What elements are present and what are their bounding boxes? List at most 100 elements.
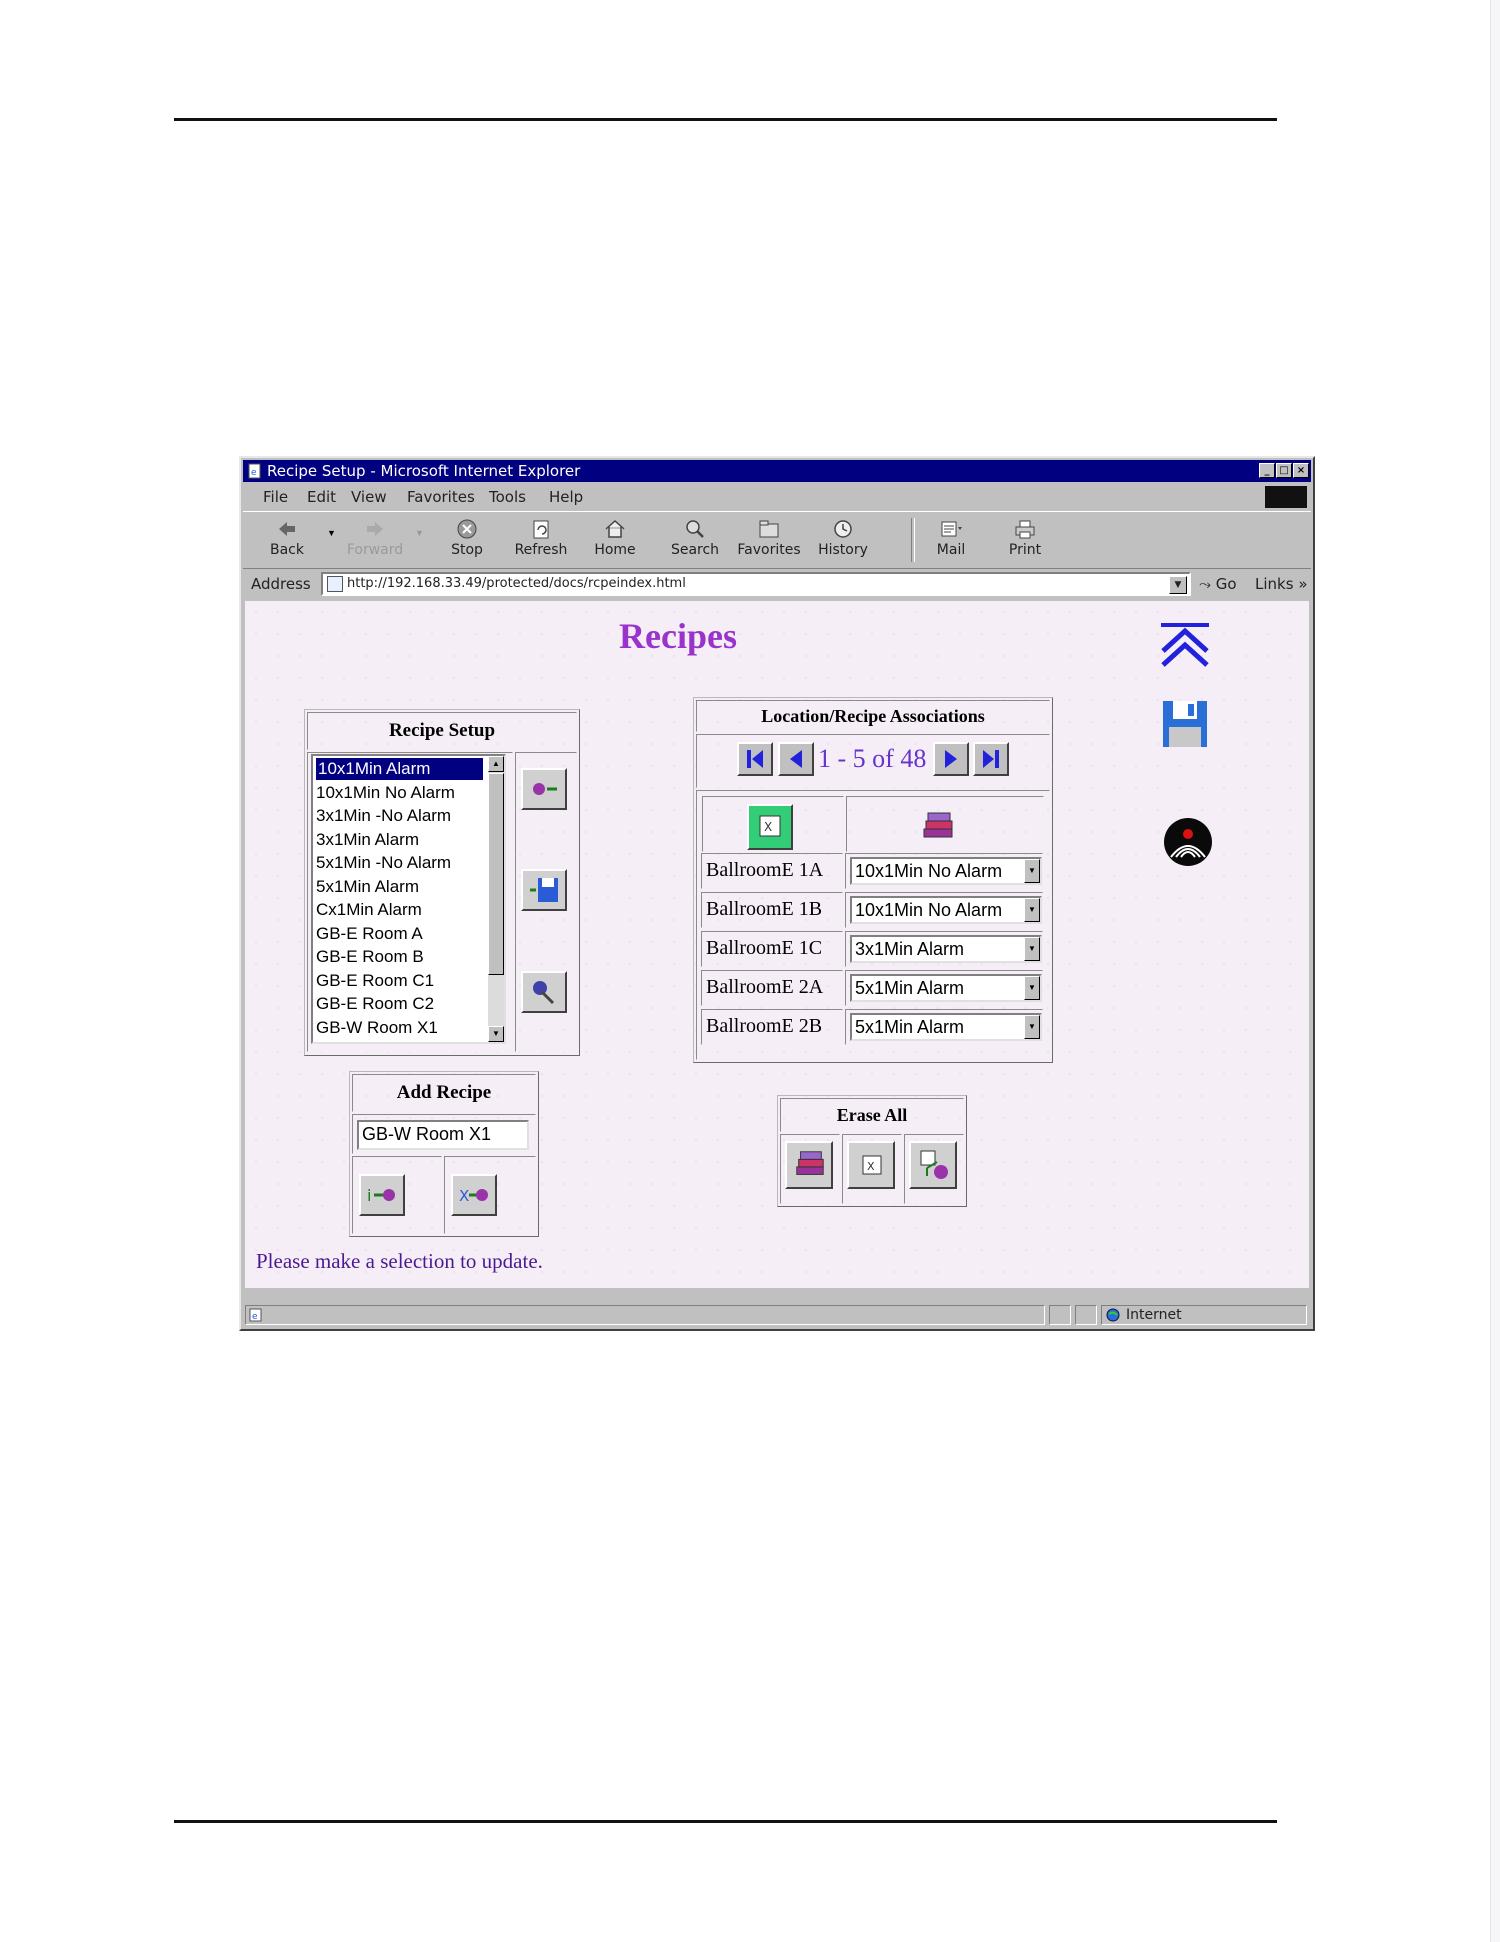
recipe-list-item[interactable]: 10x1Min No Alarm — [316, 782, 455, 804]
location-cell: BallroomE 2B — [701, 1009, 843, 1045]
chevron-down-icon[interactable]: ▼ — [1024, 859, 1040, 883]
last-page-icon — [983, 750, 999, 768]
minimize-button[interactable]: _ — [1259, 463, 1275, 478]
recipe-list-item[interactable]: 5x1Min -No Alarm — [316, 852, 451, 874]
recipe-list-item[interactable]: GB-E Room A — [316, 923, 423, 945]
stop-button[interactable]: Stop — [435, 514, 499, 566]
location-sort-button[interactable]: X — [747, 804, 793, 850]
scroll-down-icon[interactable]: ▼ — [488, 1026, 504, 1042]
chevron-down-icon[interactable]: ▼ — [1024, 937, 1040, 961]
svg-text:e: e — [251, 468, 257, 478]
menu-tools[interactable]: Tools — [489, 488, 526, 506]
forward-button[interactable]: Forward — [343, 514, 407, 566]
stop-icon — [457, 519, 477, 539]
recipe-list-item[interactable]: GB-E Room C1 — [316, 970, 434, 992]
maximize-button[interactable]: □ — [1276, 463, 1292, 478]
add-recipe-input[interactable]: GB-W Room X1 — [357, 1120, 529, 1150]
next-page-button[interactable] — [933, 742, 969, 776]
links-button[interactable]: Links » — [1255, 575, 1308, 593]
mail-icon — [941, 521, 962, 537]
location-cell: BallroomE 1B — [701, 892, 843, 928]
search-button[interactable]: Search — [663, 514, 727, 566]
add-recipe-icon: i — [367, 1186, 395, 1205]
history-icon — [834, 520, 852, 538]
go-button[interactable]: ⤳ Go — [1199, 575, 1237, 593]
recipe-select-cell: 3x1Min Alarm ▼ — [845, 931, 1043, 967]
menu-file[interactable]: File — [263, 488, 288, 506]
add-recipe-button[interactable]: i — [359, 1174, 405, 1216]
recipe-list-item[interactable]: GB-E Room C2 — [316, 993, 434, 1015]
forward-arrow-icon — [367, 522, 383, 536]
recipe-select[interactable]: 10x1Min No Alarm ▼ — [850, 857, 1042, 885]
page-title: Recipes — [619, 616, 737, 656]
delete-recipe-button[interactable] — [521, 971, 567, 1013]
recipe-list-item[interactable]: 5x1Min Alarm — [316, 876, 419, 898]
mail-button[interactable]: Mail — [919, 514, 983, 566]
chevron-down-icon[interactable]: ▼ — [1024, 898, 1040, 922]
menu-edit[interactable]: Edit — [307, 488, 336, 506]
location-cell: BallroomE 1C — [701, 931, 843, 967]
location-name: BallroomE 1B — [706, 898, 823, 920]
menu-help[interactable]: Help — [549, 488, 583, 506]
favorites-button[interactable]: Favorites — [737, 514, 801, 566]
ie-status-icon: e — [249, 1308, 262, 1322]
location-name: BallroomE 2A — [706, 976, 824, 998]
edit-recipe-button[interactable] — [521, 768, 567, 810]
chevron-down-icon[interactable]: ▼ — [1024, 976, 1040, 1000]
erase-recipes-icon — [796, 1151, 824, 1175]
recipe-select[interactable]: 5x1Min Alarm ▼ — [850, 1013, 1042, 1041]
erase-associations-icon — [920, 1150, 948, 1179]
back-dropdown-icon[interactable]: ▼ — [327, 528, 336, 538]
rename-recipe-button[interactable]: X — [451, 1174, 497, 1216]
recipe-sort-button — [914, 804, 960, 850]
refresh-button[interactable]: Refresh — [509, 514, 573, 566]
home-button[interactable]: Home — [583, 514, 647, 566]
erase-associations-button[interactable] — [909, 1141, 957, 1189]
recipe-select[interactable]: 10x1Min No Alarm ▼ — [850, 896, 1042, 924]
status-pane-3 — [1075, 1305, 1097, 1325]
recipe-list-item[interactable]: 10x1Min Alarm — [316, 758, 483, 780]
recipe-list-item[interactable]: GB-W Room X1 — [316, 1017, 438, 1039]
close-button[interactable]: × — [1293, 463, 1309, 478]
recipe-listbox[interactable]: 10x1Min Alarm 10x1Min No Alarm 3x1Min -No … — [311, 754, 506, 1044]
location-name: BallroomE 1A — [706, 859, 824, 881]
prev-page-icon — [790, 750, 802, 768]
history-button[interactable]: History — [811, 514, 875, 566]
top-chevron-icon[interactable] — [1159, 621, 1211, 667]
menu-view[interactable]: View — [351, 488, 387, 506]
recipe-list-item[interactable]: 3x1Min Alarm — [316, 829, 419, 851]
location-name: BallroomE 2B — [706, 1015, 823, 1037]
back-button[interactable]: Back — [255, 514, 319, 566]
eraser-recipe-icon — [533, 981, 555, 1005]
chevron-down-icon[interactable]: ▼ — [1024, 1015, 1040, 1039]
address-label: Address — [251, 575, 311, 593]
scroll-up-icon[interactable]: ▲ — [488, 756, 504, 772]
recipe-select-value: 5x1Min Alarm — [855, 1017, 965, 1037]
recipe-list-item[interactable]: Cx1Min Alarm — [316, 899, 422, 921]
address-input[interactable]: http://192.168.33.49/protected/docs/rcpe… — [321, 572, 1191, 596]
erase-locations-button[interactable]: X — [847, 1141, 895, 1189]
toolbar-separator — [911, 518, 915, 562]
prev-page-button[interactable] — [778, 742, 814, 776]
recipe-list-item[interactable]: GB-E Room B — [316, 946, 424, 968]
scroll-thumb[interactable] — [488, 773, 504, 975]
location-cell: BallroomE 1A — [701, 853, 843, 889]
favorites-folder-icon — [759, 520, 779, 538]
recipe-select[interactable]: 5x1Min Alarm ▼ — [850, 974, 1042, 1002]
recipe-books-icon — [923, 812, 953, 838]
address-dropdown-icon[interactable]: ▼ — [1169, 576, 1187, 594]
menu-favorites[interactable]: Favorites — [407, 488, 475, 506]
last-page-button[interactable] — [973, 742, 1009, 776]
recipe-list-scrollbar[interactable]: ▲ ▼ — [488, 756, 504, 1042]
print-button[interactable]: Print — [993, 514, 1057, 566]
erase-recipes-button[interactable] — [785, 1141, 833, 1189]
first-page-button[interactable] — [737, 742, 773, 776]
search-icon — [686, 520, 704, 538]
svg-text:X: X — [459, 1187, 469, 1205]
recipe-list-item[interactable]: 3x1Min -No Alarm — [316, 805, 451, 827]
recipe-select[interactable]: 3x1Min Alarm ▼ — [850, 935, 1042, 963]
save-recipe-button[interactable] — [521, 869, 567, 911]
recipe-select-cell: 10x1Min No Alarm ▼ — [845, 892, 1043, 928]
save-disk-icon[interactable] — [1161, 699, 1209, 749]
forward-dropdown-icon[interactable]: ▼ — [415, 528, 424, 538]
